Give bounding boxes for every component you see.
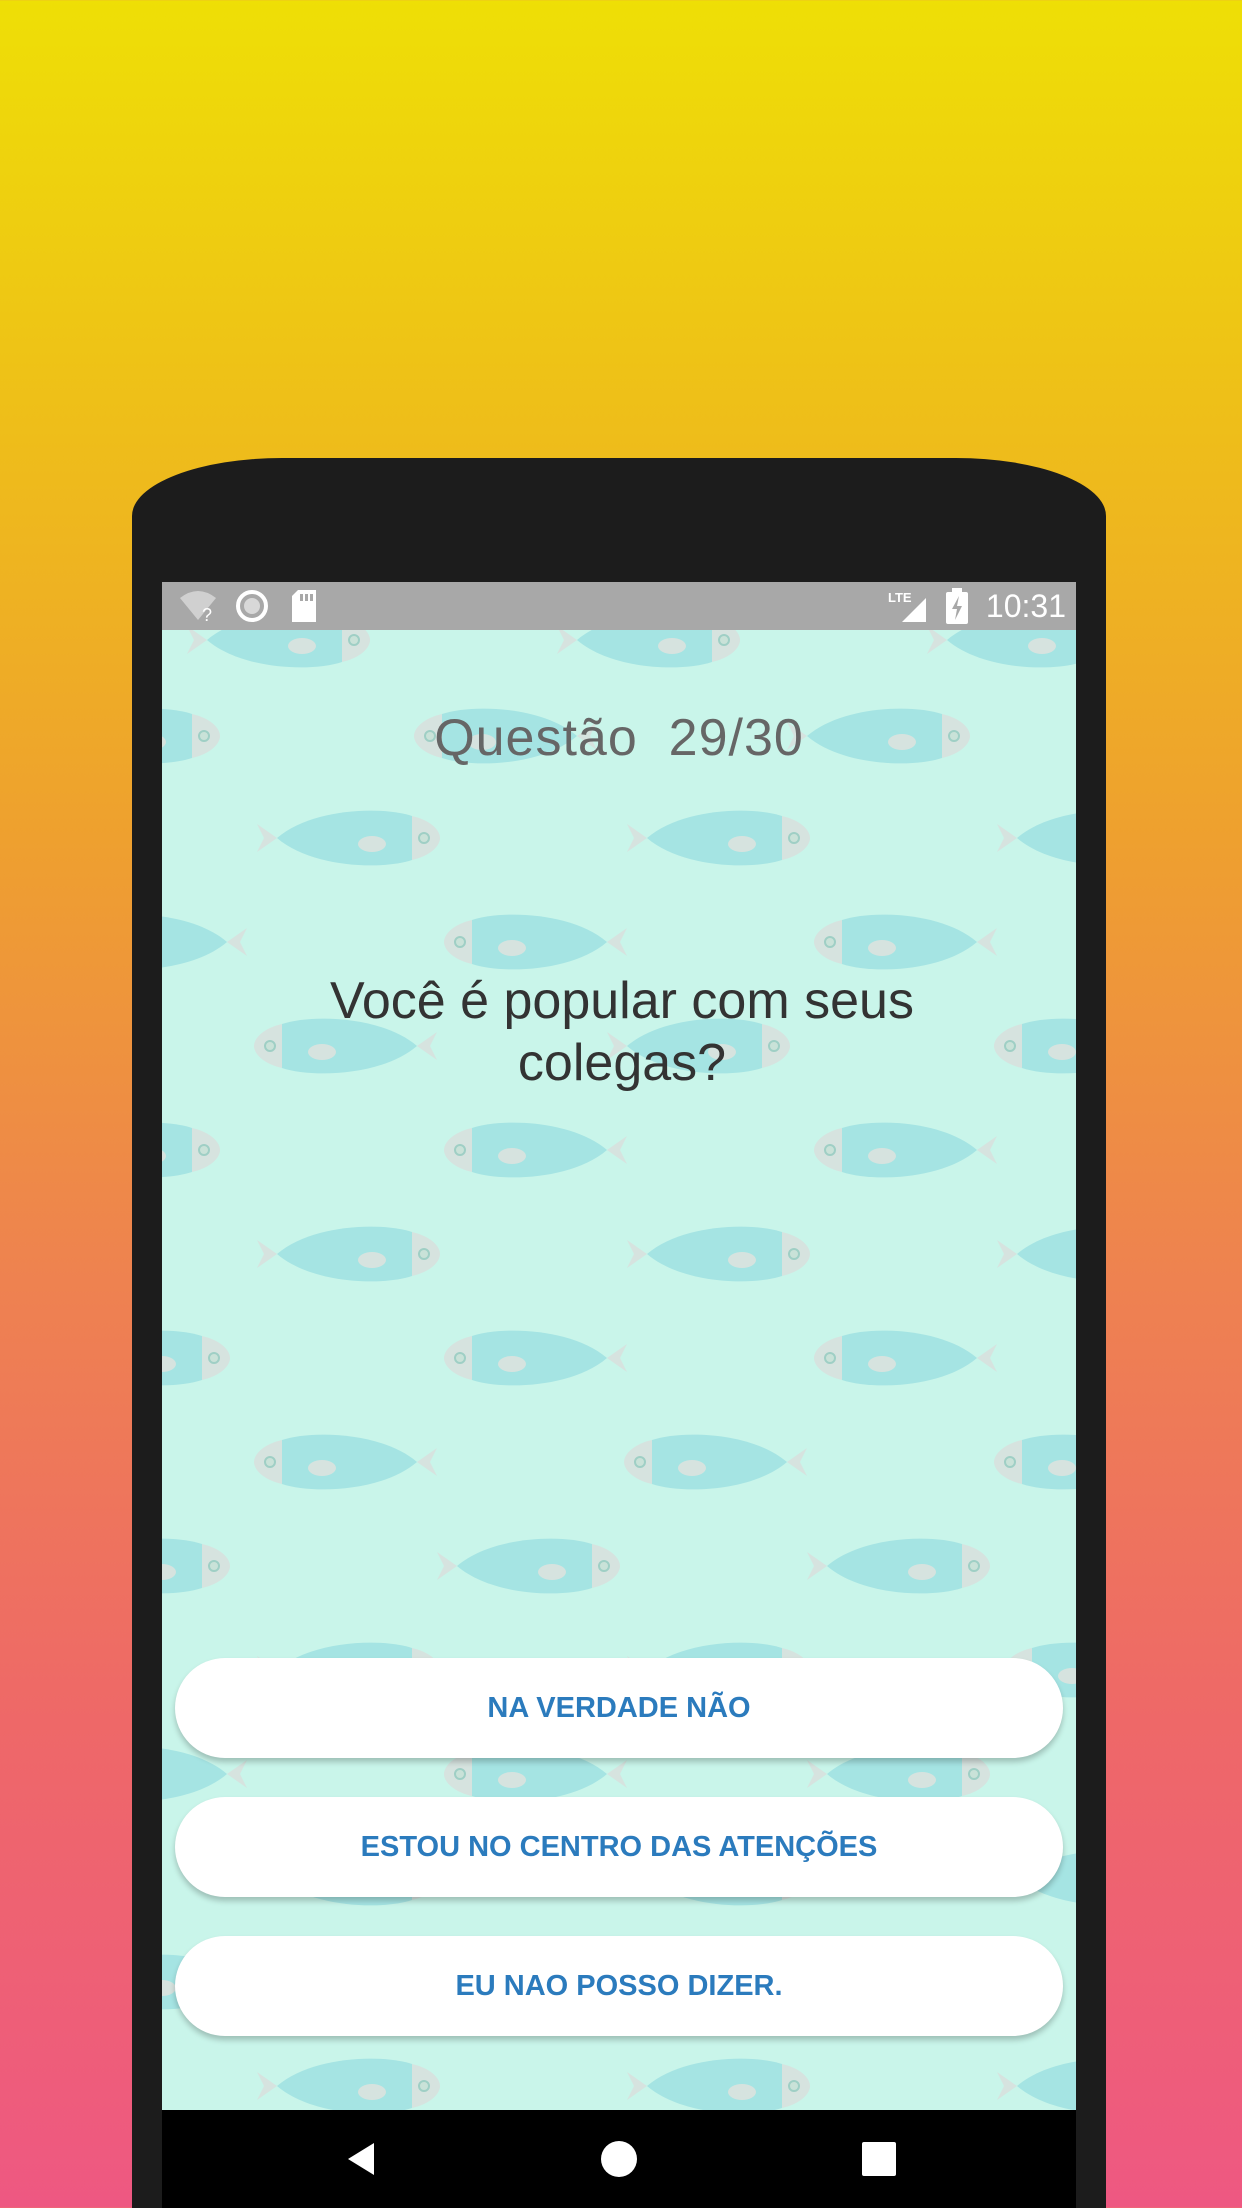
question-counter-label: Questão xyxy=(434,709,638,767)
navigation-bar xyxy=(162,2110,1076,2208)
status-time: 10:31 xyxy=(985,588,1066,624)
wifi-unknown-icon: ? xyxy=(180,591,216,624)
question-counter-value: 29/30 xyxy=(668,709,804,767)
phone-screen: ? LTE 10:31 Questão 29/30 Você é popular… xyxy=(162,582,1076,2208)
lte-label: LTE xyxy=(888,590,912,605)
sd-card-icon xyxy=(292,590,316,622)
answer-button-1[interactable]: NA VERDADE NÃO xyxy=(175,1658,1063,1758)
svg-text:?: ? xyxy=(202,605,212,624)
lte-signal-icon: LTE xyxy=(888,590,926,622)
question-counter: Questão 29/30 xyxy=(162,708,1076,768)
battery-charging-icon xyxy=(946,588,968,624)
home-icon xyxy=(601,2141,637,2177)
answer-button-2[interactable]: ESTOU NO CENTRO DAS ATENÇÕES xyxy=(175,1797,1063,1897)
back-button[interactable] xyxy=(302,2110,422,2208)
quiz-screen: Questão 29/30 Você é popular com seus co… xyxy=(162,630,1076,2110)
recents-icon xyxy=(862,2142,896,2176)
recents-button[interactable] xyxy=(819,2110,939,2208)
home-button[interactable] xyxy=(559,2110,679,2208)
status-bar: ? LTE 10:31 xyxy=(162,582,1076,630)
sync-circle-icon xyxy=(236,590,268,622)
question-text: Você é popular com seus colegas? xyxy=(330,972,914,1092)
answer-button-3[interactable]: EU NAO POSSO DIZER. xyxy=(175,1936,1063,2036)
back-icon xyxy=(348,2143,374,2175)
